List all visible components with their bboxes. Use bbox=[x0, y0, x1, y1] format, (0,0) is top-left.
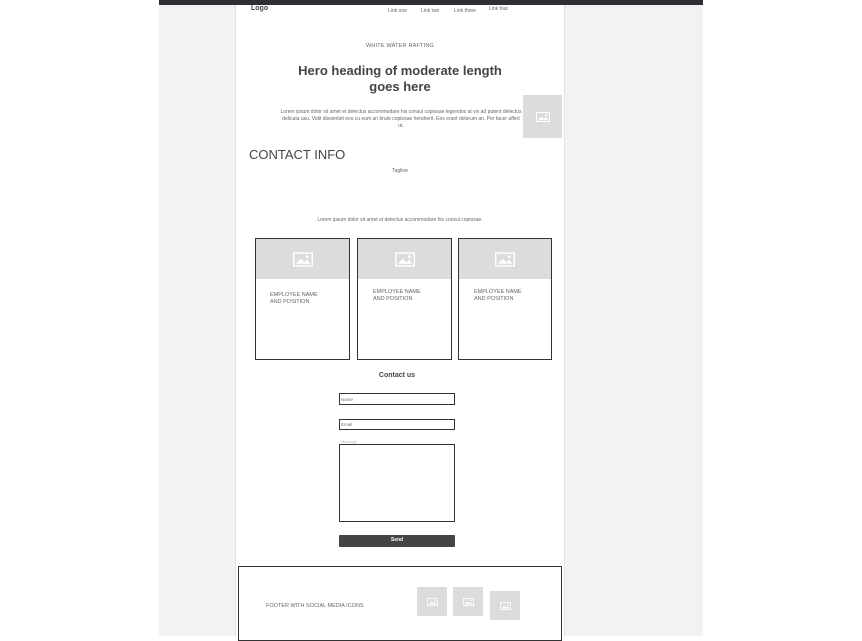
contact-info-body: Lorem ipsum dolor sit amet et delectus a… bbox=[317, 217, 483, 223]
hero-heading: Hero heading of moderate length goes her… bbox=[298, 63, 502, 94]
image-placeholder-icon bbox=[495, 251, 515, 267]
image-placeholder-icon bbox=[426, 597, 438, 606]
send-button[interactable]: Send bbox=[339, 535, 455, 547]
image-placeholder-icon bbox=[292, 251, 313, 267]
employee-name: EMPLOYEE NAME AND POSITION bbox=[474, 289, 522, 302]
hero-image bbox=[523, 95, 562, 138]
employee-name: EMPLOYEE NAME AND POSITION bbox=[270, 292, 318, 305]
tagline: Tagline bbox=[392, 168, 408, 174]
contact-info-title: CONTACT INFO bbox=[249, 147, 346, 162]
employee-photo bbox=[256, 239, 349, 279]
social-icon-2[interactable] bbox=[453, 587, 483, 616]
employee-name: EMPLOYEE NAME AND POSITION bbox=[373, 289, 421, 302]
nav-link-four[interactable]: Link four bbox=[489, 6, 508, 12]
nav-link-two[interactable]: Link two bbox=[421, 8, 439, 14]
image-placeholder-icon bbox=[462, 597, 474, 606]
employee-card-3[interactable]: EMPLOYEE NAME AND POSITION bbox=[458, 238, 552, 360]
image-placeholder-icon bbox=[535, 111, 550, 122]
email-input[interactable] bbox=[339, 419, 455, 430]
employee-photo bbox=[459, 239, 551, 279]
hero-body: Lorem ipsum dolor sit amet et delectus a… bbox=[280, 109, 522, 129]
social-icon-1[interactable] bbox=[417, 587, 447, 616]
hero-eyebrow: WHITE WATER RAFTING bbox=[366, 43, 434, 49]
image-placeholder-icon bbox=[394, 251, 415, 267]
logo[interactable]: Logo bbox=[251, 5, 268, 12]
contact-form-title: Contact us bbox=[378, 372, 416, 379]
nav-link-three[interactable]: Link three bbox=[454, 8, 476, 14]
message-textarea[interactable] bbox=[339, 444, 455, 522]
image-placeholder-icon bbox=[499, 601, 511, 610]
footer-text: FOOTER WITH SOCIAL MEDIA ICONS bbox=[266, 603, 364, 609]
nav-link-one[interactable]: Link one bbox=[388, 8, 407, 14]
employee-card-1[interactable]: EMPLOYEE NAME AND POSITION bbox=[255, 238, 350, 360]
employee-card-2[interactable]: EMPLOYEE NAME AND POSITION bbox=[357, 238, 452, 360]
name-input[interactable] bbox=[339, 393, 455, 405]
social-icon-3[interactable] bbox=[490, 591, 520, 620]
employee-photo bbox=[358, 239, 451, 279]
